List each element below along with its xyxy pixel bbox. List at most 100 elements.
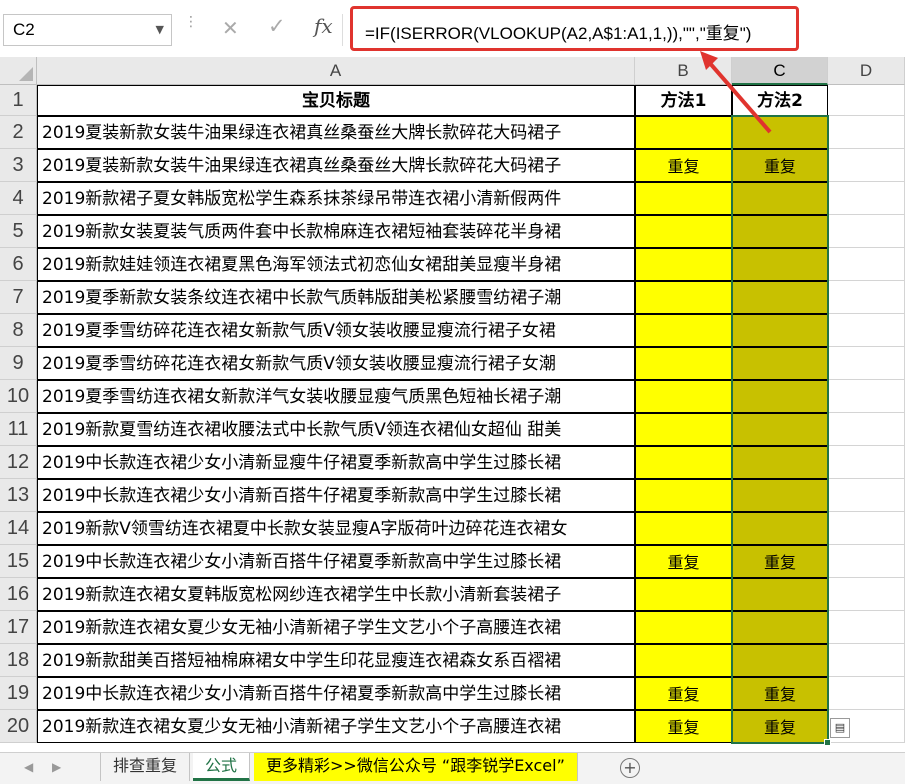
cell-c1[interactable]: 方法2 [732,85,828,116]
row-header[interactable]: 17 [0,611,37,644]
cell-d[interactable] [828,149,905,182]
cell-method1[interactable] [635,446,732,479]
cell-d[interactable] [828,182,905,215]
cell-title[interactable]: 2019中长款连衣裙少女小清新百搭牛仔裙夏季新款高中学生过膝长裙 [37,479,635,512]
cell-title[interactable]: 2019新款夏雪纺连衣裙收腰法式中长款气质V领连衣裙仙女超仙 甜美 [37,413,635,446]
cell-title[interactable]: 2019新款娃娃领连衣裙夏黑色海军领法式初恋仙女裙甜美显瘦半身裙 [37,248,635,281]
cell-method1[interactable] [635,314,732,347]
tab-sheet-formula[interactable]: 公式 [193,753,251,781]
row-header[interactable]: 3 [0,149,37,182]
enter-icon[interactable]: ✓ [268,14,286,38]
cell-d[interactable] [828,281,905,314]
select-all-button[interactable] [0,57,37,85]
cell-d[interactable] [828,677,905,710]
paste-options-icon[interactable]: ▤ [830,718,850,738]
name-box[interactable]: C2 ▼ [3,14,172,46]
cell-title[interactable]: 2019夏季新款女装条纹连衣裙中长款气质韩版甜美松紧腰雪纺裙子潮 [37,281,635,314]
tab-next-icon[interactable]: ▶ [52,760,61,774]
row-header[interactable]: 14 [0,512,37,545]
cell-d[interactable] [828,578,905,611]
formula-input[interactable]: =IF(ISERROR(VLOOKUP(A2,A$1:A1,1,)),"","重… [350,6,799,51]
cell-method2[interactable] [732,314,828,347]
cell-method2[interactable] [732,215,828,248]
cell-method1[interactable]: 重复 [635,149,732,182]
cell-title[interactable]: 2019中长款连衣裙少女小清新百搭牛仔裙夏季新款高中学生过膝长裙 [37,545,635,578]
cell-d[interactable] [828,512,905,545]
cell-d[interactable] [828,116,905,149]
cell-title[interactable]: 2019夏装新款女装牛油果绿连衣裙真丝桑蚕丝大牌长款碎花大码裙子 [37,149,635,182]
row-header[interactable]: 1 [0,85,37,116]
column-header-d[interactable]: D [828,57,905,85]
row-header[interactable]: 16 [0,578,37,611]
cell-method1[interactable] [635,479,732,512]
cell-method2[interactable] [732,116,828,149]
cell-method2[interactable] [732,380,828,413]
cell-d[interactable] [828,380,905,413]
fill-handle[interactable] [824,739,831,746]
row-header[interactable]: 12 [0,446,37,479]
drag-handle-icon[interactable]: ⋮ [184,15,198,44]
add-sheet-icon[interactable]: + [620,758,640,778]
cell-method1[interactable] [635,413,732,446]
chevron-down-icon[interactable]: ▼ [156,23,164,36]
row-header[interactable]: 7 [0,281,37,314]
cell-method2[interactable] [732,347,828,380]
row-header[interactable]: 2 [0,116,37,149]
row-header[interactable]: 10 [0,380,37,413]
insert-function-icon[interactable]: fx [314,14,333,38]
cell-title[interactable]: 2019中长款连衣裙少女小清新百搭牛仔裙夏季新款高中学生过膝长裙 [37,677,635,710]
column-header-c[interactable]: C [732,57,828,85]
cell-d[interactable] [828,215,905,248]
cell-d[interactable] [828,248,905,281]
cell-method2[interactable] [732,413,828,446]
cell-method1[interactable] [635,611,732,644]
cell-method2[interactable] [732,512,828,545]
cell-method2[interactable]: 重复 [732,545,828,578]
cell-method1[interactable] [635,380,732,413]
cell-method1[interactable] [635,347,732,380]
row-header[interactable]: 15 [0,545,37,578]
cell-title[interactable]: 2019新款连衣裙女夏韩版宽松网纱连衣裙学生中长款小清新套装裙子 [37,578,635,611]
cell-method1[interactable]: 重复 [635,677,732,710]
cell-method1[interactable] [635,512,732,545]
cell-method2[interactable] [732,578,828,611]
row-header[interactable]: 18 [0,644,37,677]
cell-method1[interactable] [635,248,732,281]
row-header[interactable]: 4 [0,182,37,215]
cell-d[interactable] [828,347,905,380]
cell-method1[interactable] [635,215,732,248]
cell-b1[interactable]: 方法1 [635,85,732,116]
cell-title[interactable]: 2019夏装新款女装牛油果绿连衣裙真丝桑蚕丝大牌长款碎花大码裙子 [37,116,635,149]
cell-title[interactable]: 2019夏季雪纺碎花连衣裙女新款气质V领女装收腰显瘦流行裙子女裙 [37,314,635,347]
cell-method2[interactable] [732,479,828,512]
cell-d[interactable] [828,413,905,446]
tab-sheet-1[interactable]: 排查重复 [100,753,191,781]
cell-method1[interactable] [635,644,732,677]
row-header[interactable]: 20 [0,710,37,743]
cell-method1[interactable] [635,281,732,314]
cell-method2[interactable] [732,611,828,644]
cell-method1[interactable]: 重复 [635,710,732,743]
cell-d[interactable] [828,611,905,644]
cell-title[interactable]: 2019新款甜美百搭短袖棉麻裙女中学生印花显瘦连衣裙森女系百褶裙 [37,644,635,677]
cell-d[interactable] [828,545,905,578]
worksheet-grid[interactable]: A B C D 1 宝贝标题 方法1 方法2 2 2019夏装新款女装牛油果绿连衣裙真丝桑… [0,57,905,752]
cell-d1[interactable] [828,85,905,116]
cell-method1[interactable] [635,578,732,611]
cell-a1[interactable]: 宝贝标题 [37,85,635,116]
tab-prev-icon[interactable]: ◀ [24,760,33,774]
cell-method2[interactable] [732,644,828,677]
column-header-a[interactable]: A [37,57,635,85]
row-header[interactable]: 19 [0,677,37,710]
cell-method2[interactable] [732,248,828,281]
cell-d[interactable] [828,644,905,677]
column-header-b[interactable]: B [635,57,732,85]
cell-method2[interactable] [732,182,828,215]
cell-title[interactable]: 2019新款连衣裙女夏少女无袖小清新裙子学生文艺小个子高腰连衣裙 [37,611,635,644]
cell-title[interactable]: 2019夏季雪纺碎花连衣裙女新款气质V领女装收腰显瘦流行裙子女潮 [37,347,635,380]
row-header[interactable]: 11 [0,413,37,446]
row-header[interactable]: 5 [0,215,37,248]
cell-method2[interactable] [732,446,828,479]
cell-method1[interactable]: 重复 [635,545,732,578]
cell-d[interactable] [828,446,905,479]
